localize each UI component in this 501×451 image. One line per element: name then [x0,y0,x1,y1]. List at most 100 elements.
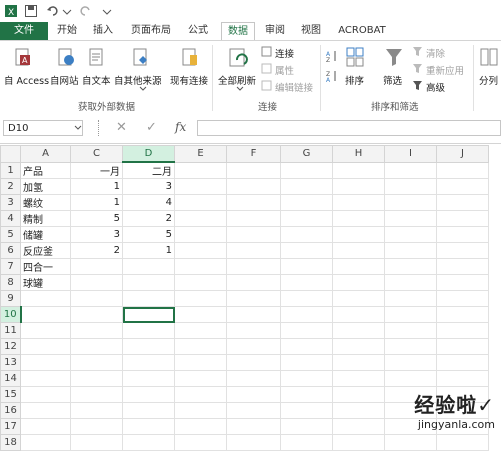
properties-button[interactable]: 属性 [275,63,294,77]
cell[interactable] [122,418,175,435]
from-web-button[interactable]: 自网站 [50,73,79,87]
undo-dropdown-icon[interactable] [60,4,74,18]
cell[interactable] [332,418,385,435]
text-to-columns-button[interactable]: 分列 [479,73,498,87]
cell[interactable] [384,338,437,355]
cell[interactable] [174,322,227,339]
cell[interactable] [436,242,489,259]
tab-insert[interactable]: 插入 [88,22,118,40]
cell[interactable]: 1 [70,194,123,211]
cell[interactable]: 反应釜 [20,242,71,259]
cell[interactable] [384,242,437,259]
cell[interactable] [226,386,281,403]
cell[interactable] [226,338,281,355]
cell[interactable]: 5 [122,226,175,243]
cell[interactable] [122,338,175,355]
column-header-a[interactable]: A [20,145,71,163]
column-header-j[interactable]: J [436,145,489,163]
cell[interactable] [70,354,123,371]
column-header-e[interactable]: E [174,145,227,163]
sort-button[interactable]: 排序 [345,73,364,87]
cell[interactable]: 精制 [20,210,71,227]
cell[interactable] [384,161,437,179]
cell[interactable] [280,178,333,195]
tab-file[interactable]: 文件 [0,22,48,40]
cell[interactable] [122,370,175,387]
cell[interactable] [280,418,333,435]
cell[interactable] [122,258,175,275]
cell[interactable] [122,354,175,371]
cell[interactable] [70,418,123,435]
cell[interactable] [122,322,175,339]
cell[interactable] [226,161,281,179]
cell[interactable] [174,418,227,435]
cell[interactable] [70,338,123,355]
cell[interactable]: 1 [122,242,175,259]
cell[interactable]: 2 [70,242,123,259]
cell[interactable] [280,322,333,339]
cell[interactable]: 二月 [122,161,175,179]
cell[interactable] [436,306,489,323]
cell[interactable] [436,322,489,339]
column-header-d[interactable]: D [122,145,175,163]
cell[interactable] [280,306,333,323]
clear-button[interactable]: 清除 [426,46,445,60]
cell[interactable] [280,402,333,419]
cell[interactable]: 一月 [70,161,123,179]
row-header[interactable]: 7 [0,258,21,275]
cell[interactable] [332,434,385,451]
cell[interactable] [226,306,281,323]
row-header[interactable]: 12 [0,338,21,355]
row-header[interactable]: 13 [0,354,21,371]
cell[interactable] [70,434,123,451]
row-header[interactable]: 2 [0,178,21,195]
cell[interactable]: 4 [122,194,175,211]
cell[interactable] [226,370,281,387]
cell[interactable] [280,338,333,355]
cell[interactable] [226,354,281,371]
cell[interactable] [174,434,227,451]
cell[interactable]: 储罐 [20,226,71,243]
cell[interactable] [332,194,385,211]
cell[interactable] [70,290,123,307]
cell[interactable] [436,434,489,451]
cell[interactable] [384,306,437,323]
cell[interactable] [174,161,227,179]
row-header[interactable]: 4 [0,210,21,227]
cell[interactable] [174,258,227,275]
cell[interactable] [226,402,281,419]
row-header[interactable]: 15 [0,386,21,403]
cell[interactable] [332,306,385,323]
cell[interactable] [174,306,227,323]
cell[interactable] [174,178,227,195]
cell[interactable] [332,290,385,307]
cell[interactable] [436,258,489,275]
row-header[interactable]: 16 [0,402,21,419]
cell[interactable] [70,322,123,339]
cell[interactable]: 螺纹 [20,194,71,211]
cell[interactable] [122,434,175,451]
cell[interactable] [384,290,437,307]
cell[interactable]: 球罐 [20,274,71,291]
cell[interactable] [436,226,489,243]
cell[interactable] [280,242,333,259]
cell[interactable] [174,274,227,291]
name-box[interactable]: D10 [3,120,83,136]
cell[interactable] [70,402,123,419]
customize-toolbar-icon[interactable] [100,4,114,18]
existing-connections-button[interactable]: 现有连接 [170,73,208,87]
edit-links-button[interactable]: 编辑链接 [275,80,313,94]
cell[interactable] [174,354,227,371]
cell[interactable] [70,258,123,275]
cell[interactable] [436,290,489,307]
cell[interactable] [174,370,227,387]
cell[interactable] [20,370,71,387]
column-header-h[interactable]: H [332,145,385,163]
cell[interactable] [226,290,281,307]
cell[interactable] [20,338,71,355]
advanced-button[interactable]: 高级 [426,80,445,94]
cell[interactable] [384,194,437,211]
cell[interactable] [174,290,227,307]
cell[interactable] [280,274,333,291]
cancel-icon[interactable]: ✕ [116,120,127,135]
